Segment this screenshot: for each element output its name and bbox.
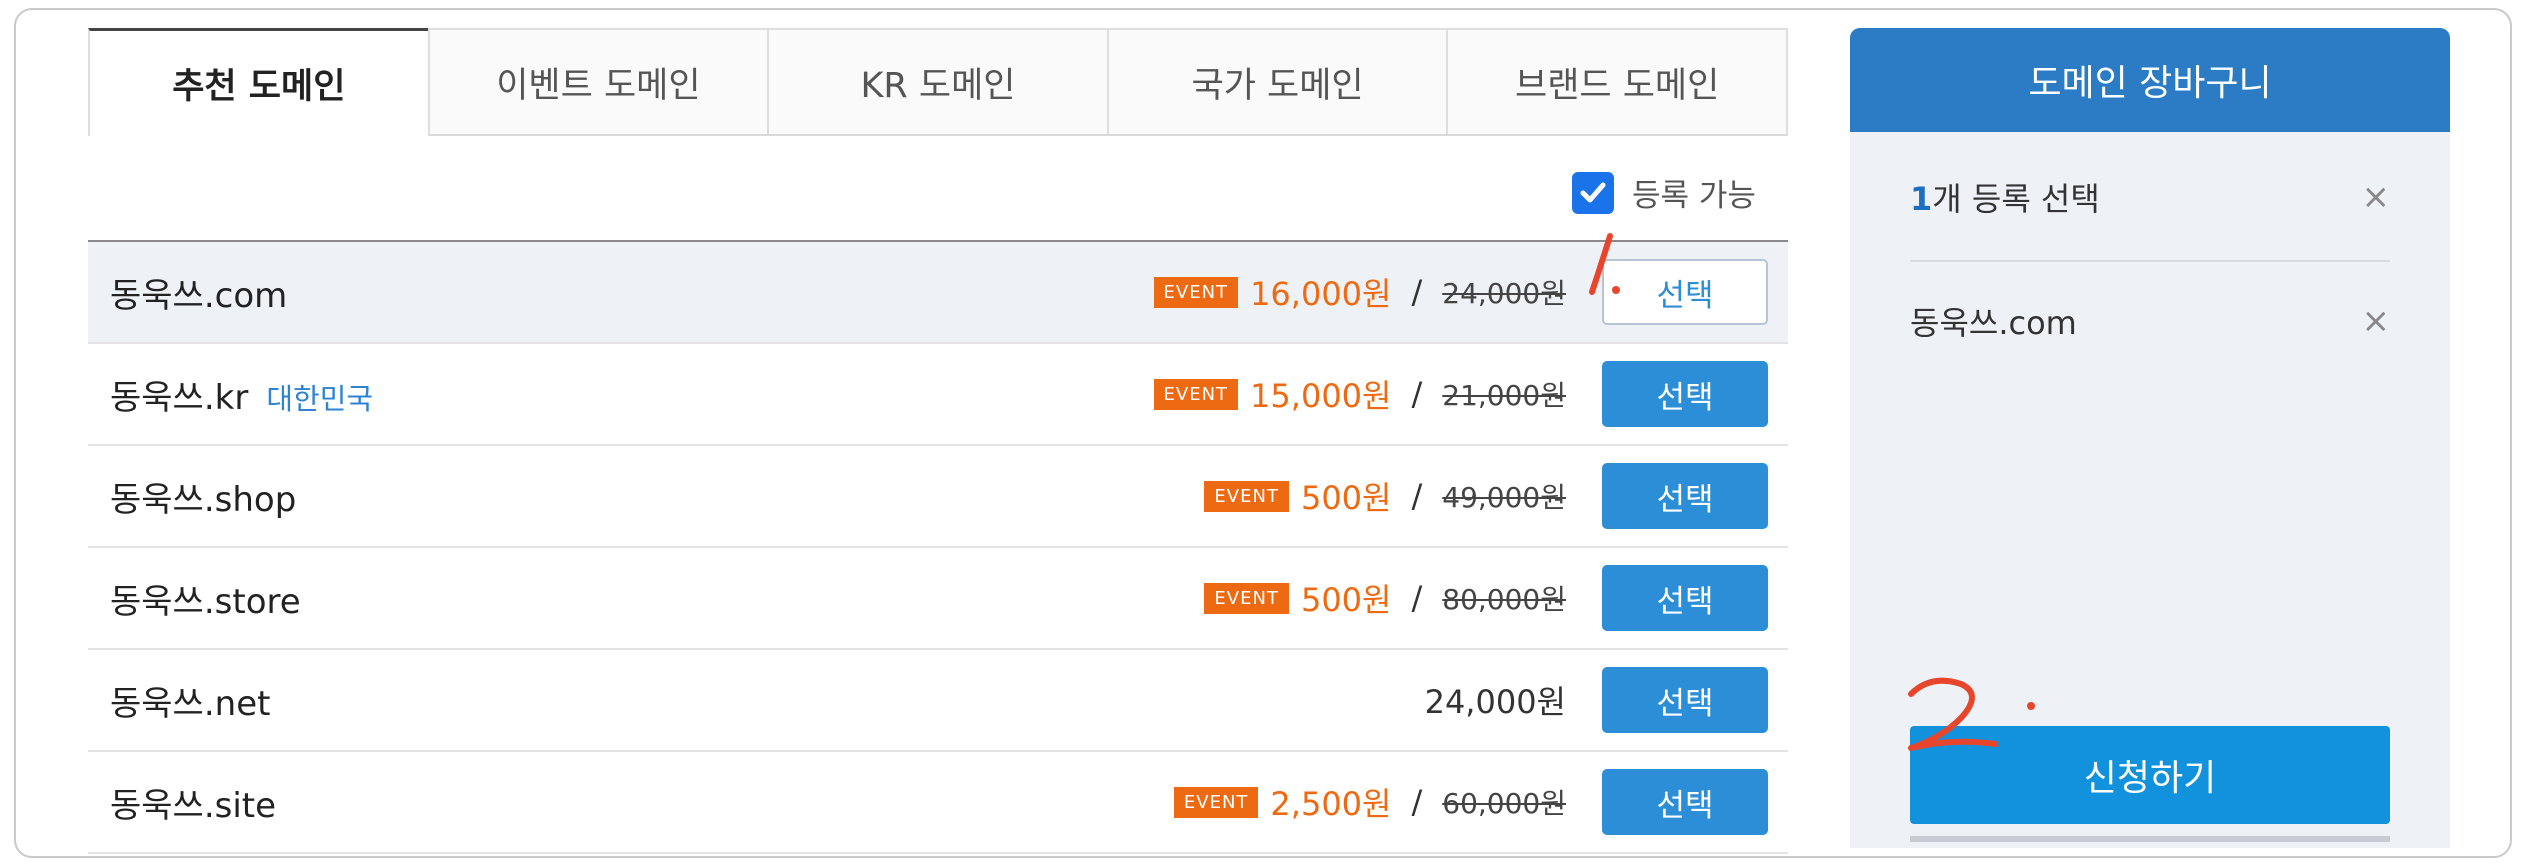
event-badge: EVENT bbox=[1153, 378, 1239, 410]
sale-price: 500원 bbox=[1300, 479, 1392, 517]
price-group: EVENT 500원 / 80,000원 bbox=[1204, 575, 1566, 621]
price-group: EVENT 500원 / 49,000원 bbox=[1204, 473, 1566, 519]
domain-name-text: 동욱쓰.kr bbox=[110, 377, 249, 418]
domain-name: 동욱쓰.net bbox=[110, 683, 271, 724]
cart-count-row: 1개 등록 선택 × bbox=[1910, 174, 2390, 220]
cart-count-suffix: 개 등록 선택 bbox=[1932, 180, 2100, 218]
annotation-one bbox=[1589, 233, 1620, 295]
price-separator: / bbox=[1411, 783, 1423, 821]
cart-count: 1 bbox=[1910, 180, 1933, 218]
domain-row: 동욱쓰.shop EVENT 500원 / 49,000원 선택 bbox=[88, 446, 1788, 548]
domain-row: 동욱쓰.store EVENT 500원 / 80,000원 선택 bbox=[88, 548, 1788, 650]
domain-row: 동욱쓰.net 24,000원 선택 bbox=[88, 650, 1788, 752]
original-price: 21,000원 bbox=[1442, 379, 1566, 412]
select-button[interactable]: 선택 bbox=[1602, 769, 1768, 835]
available-label: 등록 가능 bbox=[1632, 178, 1756, 214]
select-button[interactable]: 선택 bbox=[1602, 361, 1768, 427]
price-group: EVENT 2,500원 / 60,000원 bbox=[1173, 779, 1566, 825]
country-label: 대한민국 bbox=[266, 381, 374, 416]
cart-title: 도메인 장바구니 bbox=[1850, 28, 2450, 132]
available-checkbox[interactable] bbox=[1572, 171, 1614, 214]
select-button[interactable]: 선택 bbox=[1602, 565, 1768, 631]
sale-price: 500원 bbox=[1300, 581, 1392, 619]
domain-row: 동욱쓰.site EVENT 2,500원 / 60,000원 선택 bbox=[88, 752, 1788, 854]
price-separator: / bbox=[1411, 579, 1423, 617]
tab-kr[interactable]: KR 도메인 bbox=[767, 28, 1107, 134]
remove-item-close-icon[interactable]: × bbox=[2362, 301, 2391, 341]
price-group: EVENT 16,000원 / 24,000원 bbox=[1153, 269, 1566, 315]
original-price: 80,000원 bbox=[1442, 583, 1566, 616]
cart-item: 동욱쓰.com × bbox=[1910, 298, 2390, 344]
cart-item-domain: 동욱쓰.com bbox=[1910, 304, 2077, 342]
price-separator: / bbox=[1411, 273, 1423, 311]
tab-recommended[interactable]: 추천 도메인 bbox=[88, 28, 428, 136]
domain-name: 동욱쓰.com bbox=[110, 275, 288, 316]
cart-divider bbox=[1910, 260, 2390, 262]
domain-row: 동욱쓰.com EVENT 16,000원 / 24,000원 선택 bbox=[88, 242, 1788, 344]
select-button[interactable]: 선택 bbox=[1602, 463, 1768, 529]
price-group: EVENT 15,000원 / 21,000원 bbox=[1153, 371, 1566, 417]
event-badge: EVENT bbox=[1153, 276, 1239, 308]
available-filter: 등록 가능 bbox=[1572, 170, 1756, 215]
event-badge: EVENT bbox=[1204, 480, 1289, 512]
sale-price: 16,000원 bbox=[1250, 275, 1392, 313]
domain-name: 동욱쓰.site bbox=[110, 785, 277, 826]
domain-row: 동욱쓰.kr 대한민국 EVENT 15,000원 / 21,000원 선택 bbox=[88, 344, 1788, 446]
tab-country[interactable]: 국가 도메인 bbox=[1106, 28, 1447, 134]
original-price: 24,000원 bbox=[1442, 277, 1566, 310]
check-icon bbox=[1580, 182, 1606, 202]
domain-name: 동욱쓰.shop bbox=[110, 479, 297, 520]
cart-count-text: 1개 등록 선택 bbox=[1910, 174, 2100, 220]
domain-name: 동욱쓰.store bbox=[110, 581, 301, 622]
clear-cart-close-icon[interactable]: × bbox=[2362, 177, 2391, 217]
event-badge: EVENT bbox=[1173, 786, 1259, 818]
tab-brand[interactable]: 브랜드 도메인 bbox=[1446, 28, 1788, 134]
apply-button-shadow bbox=[1910, 836, 2390, 842]
annotation-two bbox=[1908, 677, 2035, 751]
domain-tabs: 추천 도메인 이벤트 도메인 KR 도메인 국가 도메인 브랜드 도메인 bbox=[88, 28, 1788, 136]
page-frame: 추천 도메인 이벤트 도메인 KR 도메인 국가 도메인 브랜드 도메인 등록 … bbox=[14, 8, 2512, 858]
original-price: 49,000원 bbox=[1442, 481, 1566, 514]
select-button[interactable]: 선택 bbox=[1602, 667, 1768, 733]
domain-name: 동욱쓰.kr 대한민국 bbox=[110, 370, 373, 419]
domain-list: 동욱쓰.com EVENT 16,000원 / 24,000원 선택 동욱쓰.k… bbox=[88, 240, 1788, 854]
regular-price: 24,000원 bbox=[1424, 683, 1566, 721]
sale-price: 2,500원 bbox=[1270, 785, 1392, 823]
price-separator: / bbox=[1411, 477, 1423, 515]
price-group: 24,000원 bbox=[1425, 677, 1566, 723]
original-price: 60,000원 bbox=[1442, 787, 1566, 820]
tab-event[interactable]: 이벤트 도메인 bbox=[427, 28, 768, 134]
sale-price: 15,000원 bbox=[1250, 377, 1392, 415]
price-separator: / bbox=[1411, 375, 1423, 413]
event-badge: EVENT bbox=[1204, 582, 1289, 614]
